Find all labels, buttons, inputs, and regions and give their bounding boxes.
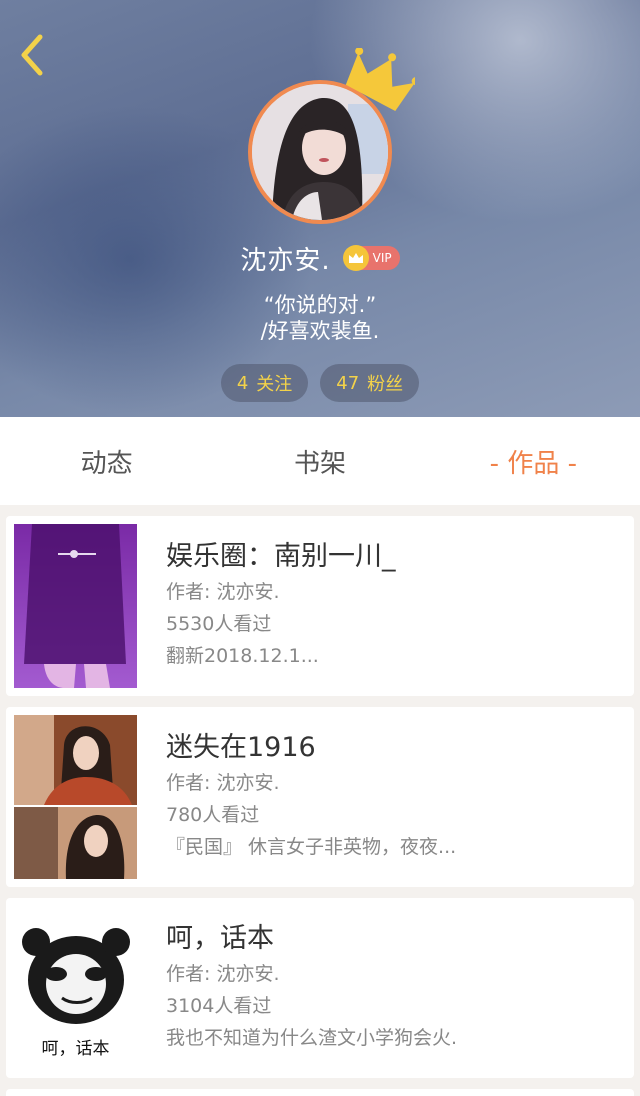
tab-works[interactable]: - 作品 - bbox=[427, 443, 640, 480]
fans-button[interactable]: 47 粉丝 bbox=[320, 364, 420, 402]
book-description: 『民国』 休言女子非英物，夜夜... bbox=[166, 836, 457, 858]
vip-crown-icon bbox=[342, 245, 369, 271]
following-count: 4 bbox=[236, 372, 249, 394]
book-title: 呵，话本 bbox=[166, 923, 274, 954]
tab-activity[interactable]: 动态 bbox=[0, 443, 213, 480]
username-row: 沈亦安. VIP bbox=[0, 238, 640, 278]
following-button[interactable]: 4 关注 bbox=[220, 364, 309, 402]
book-card[interactable]: 呵，话本 呵，话本 作者: 沈亦安. 3104人看过 我也不知道为什么渣文小学狗… bbox=[6, 898, 634, 1078]
fans-count: 47 bbox=[336, 372, 360, 394]
bio: “你说的对.” /好喜欢裴鱼. bbox=[0, 292, 640, 344]
book-cover bbox=[14, 524, 137, 688]
back-button[interactable] bbox=[12, 32, 52, 78]
book-views: 780人看过 bbox=[166, 804, 260, 826]
book-views: 3104人看过 bbox=[166, 995, 272, 1017]
book-card[interactable]: 娱乐圈：南别一川_ 作者: 沈亦安. 5530人看过 翻新2018.12.1..… bbox=[6, 516, 634, 696]
book-info: 迷失在1916 作者: 沈亦安. 780人看过 『民国』 休言女子非英物，夜夜.… bbox=[166, 729, 622, 863]
profile-header: 沈亦安. VIP “你说的对.” /好喜欢裴鱼. 4 关注 47 粉丝 bbox=[0, 0, 640, 417]
tab-bar: 动态 书架 - 作品 - bbox=[0, 417, 640, 505]
book-info: 娱乐圈：南别一川_ 作者: 沈亦安. 5530人看过 翻新2018.12.1..… bbox=[166, 538, 622, 672]
username: 沈亦安. bbox=[240, 245, 331, 276]
book-description: 我也不知道为什么渣文小学狗会火. bbox=[166, 1027, 458, 1049]
book-description: 翻新2018.12.1... bbox=[166, 645, 319, 667]
book-title: 娱乐圈：南别一川_ bbox=[166, 541, 396, 572]
book-card[interactable]: 迷失在1916 作者: 沈亦安. 780人看过 『民国』 休言女子非英物，夜夜.… bbox=[6, 707, 634, 887]
following-label: 关注 bbox=[256, 374, 293, 395]
crown-icon bbox=[345, 48, 415, 112]
book-info: 呵，话本 作者: 沈亦安. 3104人看过 我也不知道为什么渣文小学狗会火. bbox=[166, 920, 622, 1054]
book-author: 作者: 沈亦安. bbox=[166, 772, 280, 794]
vip-label: VIP bbox=[372, 251, 392, 265]
book-card[interactable] bbox=[6, 1089, 634, 1096]
book-cover bbox=[14, 715, 137, 879]
fans-label: 粉丝 bbox=[367, 374, 404, 395]
cover-caption: 呵，话本 bbox=[41, 1039, 110, 1059]
book-views: 5530人看过 bbox=[166, 613, 272, 635]
book-cover: 呵，话本 bbox=[14, 906, 137, 1070]
tab-bookshelf[interactable]: 书架 bbox=[213, 443, 426, 480]
vip-badge[interactable]: VIP bbox=[342, 245, 400, 271]
bio-line-1: “你说的对.” bbox=[263, 293, 377, 317]
book-title: 迷失在1916 bbox=[166, 732, 316, 763]
stats-row: 4 关注 47 粉丝 bbox=[0, 364, 640, 402]
book-author: 作者: 沈亦安. bbox=[166, 963, 280, 985]
book-author: 作者: 沈亦安. bbox=[166, 581, 280, 603]
bio-line-2: /好喜欢裴鱼. bbox=[260, 319, 380, 343]
chevron-left-icon bbox=[21, 34, 43, 76]
